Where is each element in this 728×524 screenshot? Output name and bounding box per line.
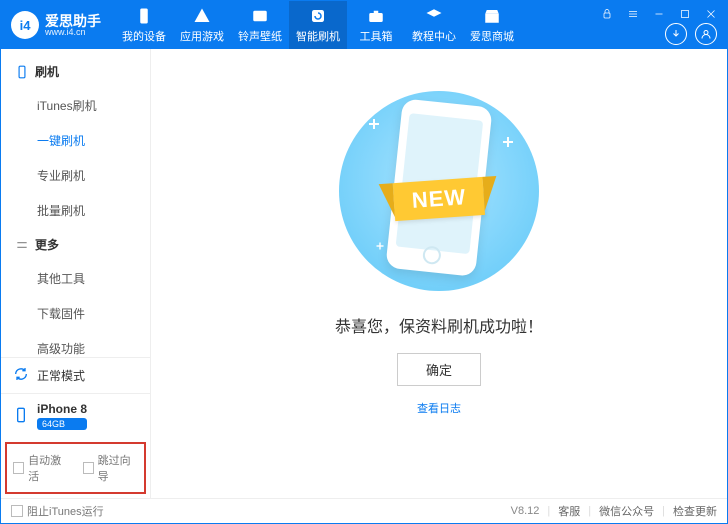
app-name: 爱思助手 [45,14,101,28]
tab-tutorials[interactable]: 教程中心 [405,1,463,49]
phone-icon [135,7,153,25]
checkbox-block-itunes[interactable]: 阻止iTunes运行 [11,503,104,519]
sidebar-section-more: 更多 [1,228,150,261]
main-content: NEW 恭喜您，保资料刷机成功啦！ 确定 查看日志 [151,49,727,498]
logo-badge: i4 [11,11,39,39]
highlighted-options: 自动激活 跳过向导 [5,442,146,494]
apps-icon [193,7,211,25]
image-icon [251,7,269,25]
checkbox-skip-guide[interactable]: 跳过向导 [83,452,139,484]
tab-label: 应用游戏 [180,28,224,44]
tab-toolbox[interactable]: 工具箱 [347,1,405,49]
lock-icon[interactable] [597,4,617,24]
tab-flash[interactable]: 智能刷机 [289,1,347,49]
tab-my-device[interactable]: 我的设备 [115,1,173,49]
sync-icon [13,366,29,385]
sidebar-item-download-firmware[interactable]: 下载固件 [1,296,150,331]
app-logo: i4 爱思助手 www.i4.cn [1,11,109,39]
sidebar: 刷机 iTunes刷机 一键刷机 专业刷机 批量刷机 更多 其他工具 下载固件 … [1,49,151,498]
sidebar-item-itunes-flash[interactable]: iTunes刷机 [1,88,150,123]
close-button[interactable] [701,4,721,24]
checkbox-auto-activate[interactable]: 自动激活 [13,452,69,484]
minimize-button[interactable] [649,4,669,24]
sidebar-item-pro-flash[interactable]: 专业刷机 [1,158,150,193]
window-controls [597,4,721,24]
mode-label: 正常模式 [37,367,85,384]
success-illustration: NEW [339,91,539,291]
main-tabs: 我的设备 应用游戏 铃声壁纸 智能刷机 工具箱 教程中心 [115,1,521,49]
wechat-link[interactable]: 微信公众号 [599,503,654,519]
titlebar: i4 爱思助手 www.i4.cn 我的设备 应用游戏 铃声壁纸 智能刷机 [1,1,727,49]
more-icon [15,238,29,252]
graduation-icon [425,7,443,25]
device-name: iPhone 8 [37,402,87,416]
tab-store[interactable]: 爱思商城 [463,1,521,49]
new-ribbon: NEW [393,177,486,221]
sidebar-item-oneclick-flash[interactable]: 一键刷机 [1,123,150,158]
sidebar-item-batch-flash[interactable]: 批量刷机 [1,193,150,228]
store-icon [483,7,501,25]
tab-label: 铃声壁纸 [238,28,282,44]
tab-label: 教程中心 [412,28,456,44]
maximize-button[interactable] [675,4,695,24]
checkbox-icon [83,462,94,474]
checkbox-icon [11,505,23,517]
checkbox-icon [13,462,24,474]
tab-ringtones[interactable]: 铃声壁纸 [231,1,289,49]
download-button[interactable] [665,23,687,45]
device-icon [13,407,29,426]
view-log-link[interactable]: 查看日志 [417,400,461,416]
sidebar-item-advanced[interactable]: 高级功能 [1,331,150,357]
version-label: V8.12 [511,505,540,517]
tab-label: 智能刷机 [296,28,340,44]
tab-label: 我的设备 [122,28,166,44]
refresh-icon [309,7,327,25]
app-url: www.i4.cn [45,28,101,37]
user-button[interactable] [695,23,717,45]
toolbox-icon [367,7,385,25]
device-block[interactable]: iPhone 8 64GB [1,393,150,438]
phone-outline-icon [15,65,29,79]
check-update-link[interactable]: 检查更新 [673,503,717,519]
support-link[interactable]: 客服 [558,503,580,519]
success-message: 恭喜您，保资料刷机成功啦！ [335,313,543,337]
tab-apps[interactable]: 应用游戏 [173,1,231,49]
menu-icon[interactable] [623,4,643,24]
mode-block[interactable]: 正常模式 [1,357,150,393]
sidebar-section-flash: 刷机 [1,55,150,88]
statusbar: 阻止iTunes运行 V8.12 | 客服 | 微信公众号 | 检查更新 [1,498,727,523]
ok-button[interactable]: 确定 [397,353,481,386]
sidebar-item-other-tools[interactable]: 其他工具 [1,261,150,296]
tab-label: 工具箱 [360,28,393,44]
device-capacity-badge: 64GB [37,418,87,430]
tab-label: 爱思商城 [470,28,514,44]
